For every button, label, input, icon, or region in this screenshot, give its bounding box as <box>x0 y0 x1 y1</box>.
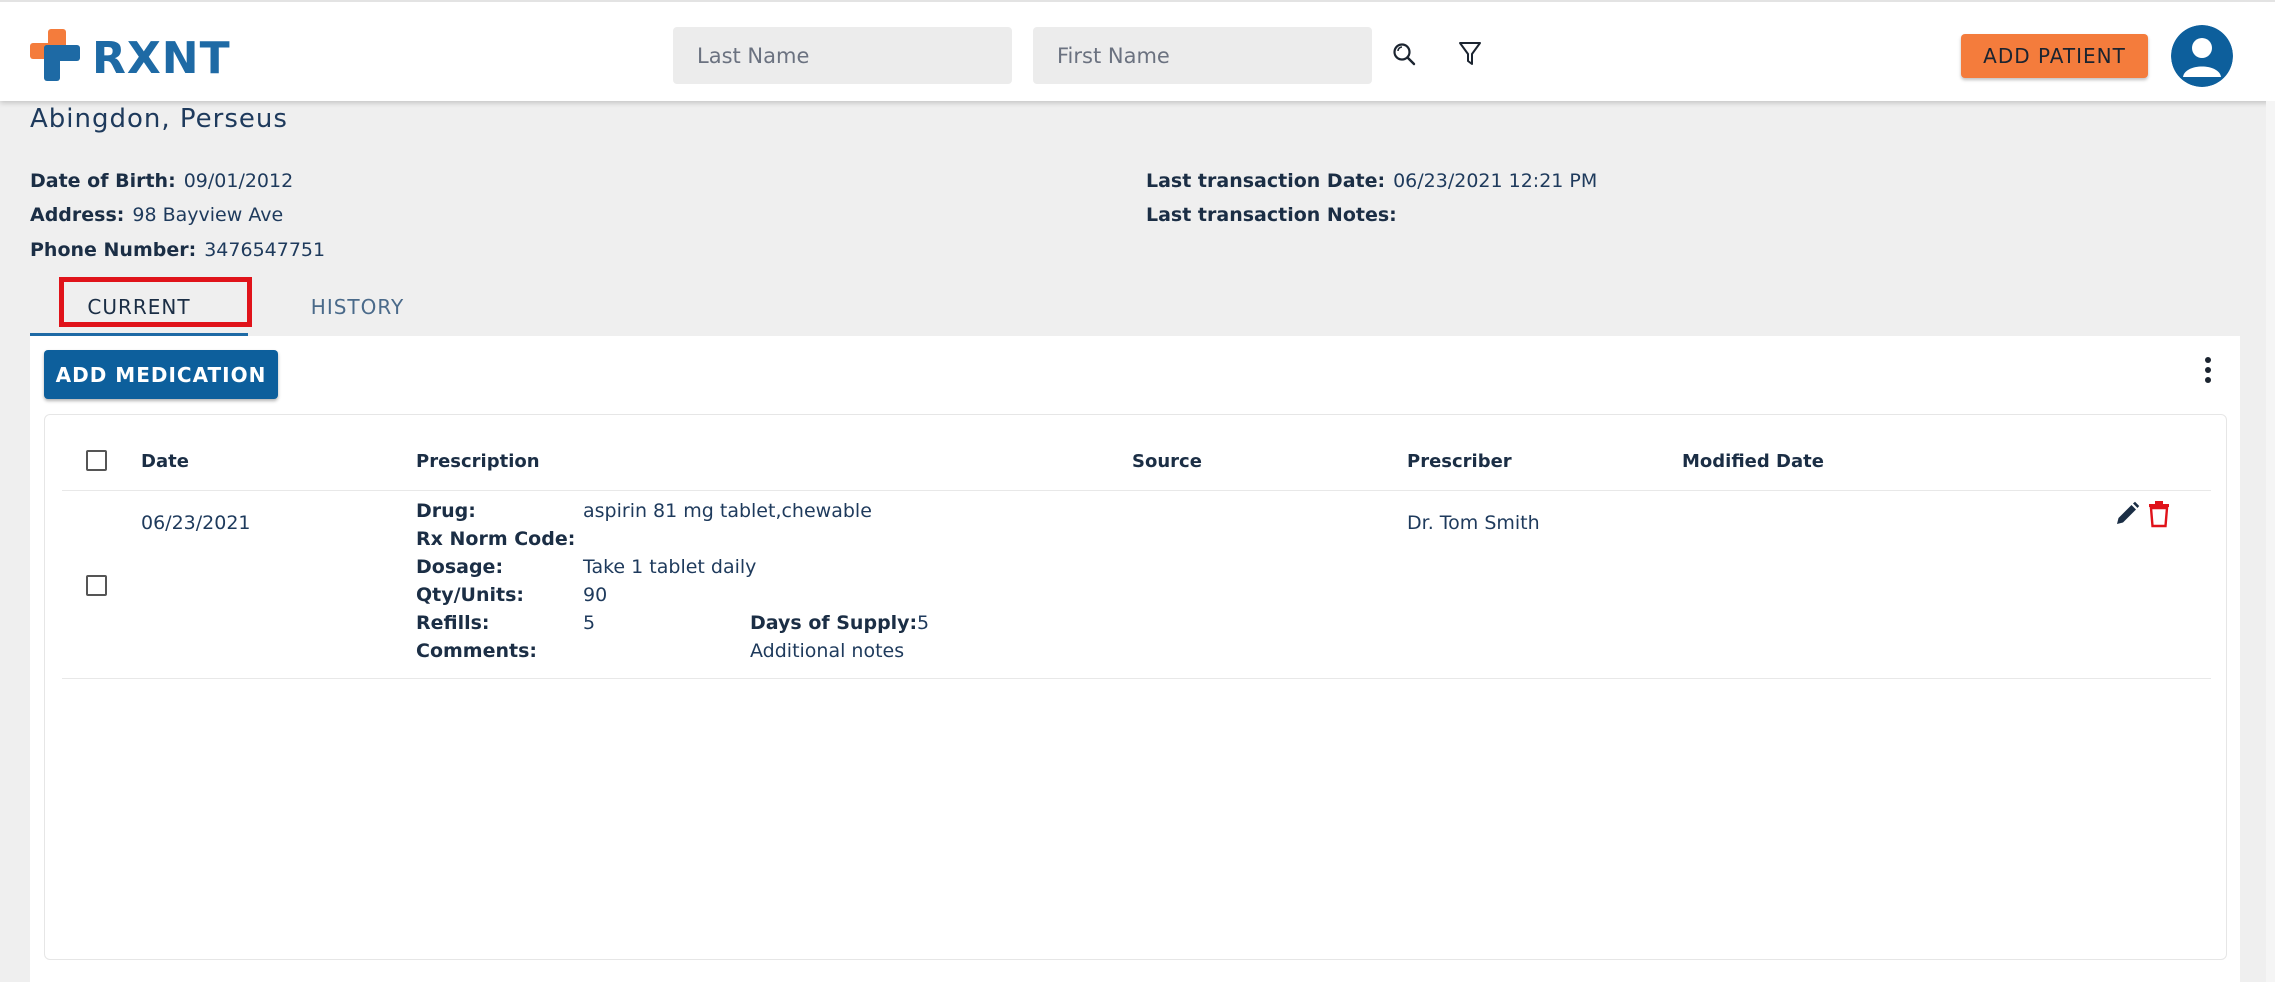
rxnt-logo[interactable]: RXNT <box>30 29 230 84</box>
last-transaction-notes-row: Last transaction Notes: <box>1146 204 1405 226</box>
column-header-prescription[interactable]: Prescription <box>416 451 540 472</box>
logo-cross-icon <box>30 29 80 81</box>
user-avatar-icon[interactable] <box>2171 25 2233 87</box>
search-icon[interactable] <box>1388 38 1420 70</box>
row-date: 06/23/2021 <box>141 512 251 534</box>
last-transaction-date-label: Last transaction Date: <box>1146 170 1386 192</box>
medications-panel: ADD MEDICATION Date Prescription Source … <box>30 336 2240 982</box>
qty-units-label: Qty/Units: <box>416 584 525 606</box>
logo-text: RXNT <box>92 33 231 84</box>
patient-name: Abingdon, Perseus <box>30 104 288 134</box>
tab-history[interactable]: HISTORY <box>280 278 435 336</box>
add-medication-button[interactable]: ADD MEDICATION <box>44 350 278 399</box>
drug-value: aspirin 81 mg tablet,chewable <box>583 500 872 522</box>
dosage-label: Dosage: <box>416 556 504 578</box>
add-patient-button[interactable]: ADD PATIENT <box>1961 34 2148 78</box>
column-header-date[interactable]: Date <box>141 451 189 472</box>
first-name-input[interactable] <box>1033 27 1372 84</box>
last-name-input[interactable] <box>673 27 1012 84</box>
dob-row: Date of Birth: 09/01/2012 <box>30 170 293 192</box>
last-transaction-date-value: 06/23/2021 12:21 PM <box>1393 170 1598 192</box>
rx-norm-code-label: Rx Norm Code: <box>416 528 576 550</box>
days-of-supply-value: 5 <box>917 612 930 634</box>
address-value: 98 Bayview Ave <box>132 204 284 226</box>
highlight-box <box>59 277 252 327</box>
phone-label: Phone Number: <box>30 239 197 261</box>
top-app-bar: RXNT ADD PATIENT <box>0 0 2275 101</box>
address-row: Address: 98 Bayview Ave <box>30 204 283 226</box>
more-options-icon[interactable] <box>2198 354 2218 386</box>
column-header-source[interactable]: Source <box>1132 451 1202 472</box>
select-all-checkbox[interactable] <box>86 450 107 471</box>
row-divider <box>62 678 2211 679</box>
column-header-prescriber[interactable]: Prescriber <box>1407 451 1512 472</box>
row-prescriber: Dr. Tom Smith <box>1407 512 1540 534</box>
days-of-supply-label: Days of Supply: <box>750 612 918 634</box>
phone-row: Phone Number: 3476547751 <box>30 239 325 261</box>
address-label: Address: <box>30 204 125 226</box>
qty-units-value: 90 <box>583 584 608 606</box>
delete-icon[interactable] <box>2145 499 2173 529</box>
medications-table: Date Prescription Source Prescriber Modi… <box>44 414 2227 960</box>
dosage-value: Take 1 tablet daily <box>583 556 757 578</box>
comments-label: Comments: <box>416 640 537 662</box>
comments-value: Additional notes <box>750 640 905 662</box>
drug-label: Drug: <box>416 500 476 522</box>
filter-icon[interactable] <box>1454 38 1486 70</box>
phone-value: 3476547751 <box>204 239 326 261</box>
tab-current[interactable]: CURRENT <box>30 277 252 336</box>
last-transaction-date-row: Last transaction Date: 06/23/2021 12:21 P… <box>1146 170 1597 192</box>
page-scrollbar[interactable] <box>2266 101 2275 982</box>
refills-value: 5 <box>583 612 596 634</box>
row-checkbox[interactable] <box>86 575 107 596</box>
column-header-modified-date[interactable]: Modified Date <box>1682 451 1824 472</box>
dob-value: 09/01/2012 <box>183 170 294 192</box>
edit-icon[interactable] <box>2113 499 2141 529</box>
refills-label: Refills: <box>416 612 490 634</box>
tab-history-label: HISTORY <box>310 295 405 319</box>
header-divider <box>62 490 2211 491</box>
last-transaction-notes-label: Last transaction Notes: <box>1146 204 1397 226</box>
dob-label: Date of Birth: <box>30 170 176 192</box>
